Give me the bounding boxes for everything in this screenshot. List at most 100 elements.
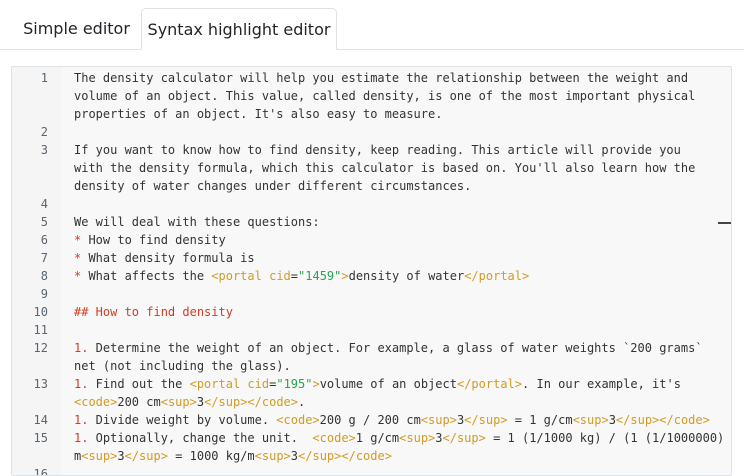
code-line[interactable]: 5 We will deal with these questions:	[12, 213, 731, 231]
code-token: If you want to know how to find density,…	[74, 143, 681, 157]
code-token: =	[290, 269, 299, 283]
code-token: 3	[435, 431, 443, 445]
code-token: Find out the	[88, 377, 190, 391]
line-text: net (not including the glass).	[74, 357, 291, 375]
line-number: 5	[40, 215, 48, 229]
code-token: <sup>	[254, 449, 291, 463]
code-line[interactable]: 16	[12, 465, 731, 476]
code-token: 3	[196, 395, 205, 409]
line-text: volume of an object. This value, called …	[74, 87, 695, 105]
code-line[interactable]: 4	[12, 195, 731, 213]
code-token: . In our example, it's	[522, 377, 681, 391]
code-line[interactable]: 1 The density calculator will help you es…	[12, 69, 731, 87]
code-token: = 1000 kg/m	[167, 449, 255, 463]
code-line[interactable]: properties of an object. It's also easy …	[12, 105, 731, 123]
code-line[interactable]: 2	[12, 123, 731, 141]
line-text: * How to find density	[74, 231, 226, 249]
code-line[interactable]: 12 1. Determine the weight of an object. …	[12, 339, 731, 357]
code-token: density of water	[348, 269, 465, 283]
code-token: 1.	[74, 377, 89, 391]
code-line[interactable]: with the density formula, which this cal…	[12, 159, 731, 177]
code-token: 1.	[74, 413, 89, 427]
code-token: 1 g/cm	[355, 431, 400, 445]
code-line[interactable]: 6 * How to find density	[12, 231, 731, 249]
code-line[interactable]: net (not including the glass).	[12, 357, 731, 375]
line-text: density of water changes under different…	[74, 177, 471, 195]
line-number: 1	[40, 71, 48, 85]
code-token: Divide weight by volume.	[88, 413, 277, 427]
line-number: 16	[33, 467, 48, 476]
code-token: cid	[269, 269, 291, 283]
line-text: ## How to find density	[74, 303, 233, 321]
line-text: 1. Determine the weight of an object. Fo…	[74, 339, 703, 357]
line-number: 15	[33, 431, 48, 445]
line-number: 7	[40, 251, 48, 265]
line-number: 9	[40, 287, 48, 301]
code-token: Determine the weight of an object. For e…	[88, 341, 703, 355]
line-number: 4	[40, 197, 48, 211]
code-line[interactable]: 7 * What density formula is	[12, 249, 731, 267]
line-number: 11	[33, 323, 48, 337]
code-token: <sup>	[420, 413, 457, 427]
line-text: If you want to know how to find density,…	[74, 141, 681, 159]
code-token: </sup>	[442, 431, 486, 445]
code-token: net (not including the glass).	[74, 359, 291, 373]
code-line[interactable]: 10 ## How to find density	[12, 303, 731, 321]
code-line[interactable]: 8 * What affects the <portal cid="1459">d…	[12, 267, 731, 285]
code-token: <portal	[211, 269, 262, 283]
code-token: 3	[290, 449, 299, 463]
code-token: >	[312, 377, 320, 391]
line-number: 10	[33, 305, 48, 319]
code-token: .	[298, 395, 306, 409]
code-token: <code>	[276, 413, 320, 427]
code-token: 200 cm	[117, 395, 161, 409]
code-line[interactable]: 15 1. Optionally, change the unit. <code>…	[12, 429, 731, 447]
line-number: 2	[40, 125, 48, 139]
code-token: What density formula is	[81, 251, 255, 265]
line-text: 1. Find out the <portal cid="195">volume…	[74, 375, 681, 393]
code-token: What affects the	[81, 269, 212, 283]
editor-tabs: Simple editor Syntax highlight editor	[0, 0, 744, 50]
code-line[interactable]: 13 1. Find out the <portal cid="195">volu…	[12, 375, 731, 393]
code-token: Optionally, change the unit.	[88, 431, 313, 445]
code-token: <code>	[74, 395, 118, 409]
code-token: "195"	[276, 377, 313, 391]
code-line[interactable]: m<sup>3</sup> = 1000 kg/m<sup>3</sup></c…	[12, 447, 731, 465]
code-line[interactable]: <code>200 cm<sup>3</sup></code>.	[12, 393, 731, 411]
code-token: density of water changes under different…	[74, 179, 472, 193]
code-line[interactable]: volume of an object. This value, called …	[12, 87, 731, 105]
line-number: 3	[40, 143, 48, 157]
code-line[interactable]: 11	[12, 321, 731, 339]
tab-syntax-highlight-editor[interactable]: Syntax highlight editor	[141, 8, 337, 50]
tab-simple-editor[interactable]: Simple editor	[12, 8, 141, 49]
code-token: ## How to find density	[74, 305, 233, 319]
code-token: 3	[608, 413, 616, 427]
line-text: * What density formula is	[74, 249, 255, 267]
scroll-marker	[718, 222, 731, 224]
code-line[interactable]: 3 If you want to know how to find density…	[12, 141, 731, 159]
code-token: cid	[247, 377, 270, 391]
line-text: <code>200 cm<sup>3</sup></code>.	[74, 393, 305, 411]
code-token: </portal>	[456, 377, 523, 391]
code-token: with the density formula, which this cal…	[74, 161, 696, 175]
code-token: <code>	[312, 431, 356, 445]
line-text: m<sup>3</sup> = 1000 kg/m<sup>3</sup></c…	[74, 447, 392, 465]
code-line[interactable]: 14 1. Divide weight by volume. <code>200 …	[12, 411, 731, 429]
line-number: 14	[33, 413, 48, 427]
line-text: 1. Divide weight by volume. <code>200 g …	[74, 411, 710, 429]
code-token: </sup></code>	[204, 395, 298, 409]
code-line[interactable]: density of water changes under different…	[12, 177, 731, 195]
code-token: </sup></code>	[298, 449, 392, 463]
code-token: >	[341, 269, 349, 283]
code-token: </portal>	[464, 269, 530, 283]
line-text: with the density formula, which this cal…	[74, 159, 695, 177]
code-editor[interactable]: 1 The density calculator will help you es…	[11, 66, 732, 476]
code-token: volume of an object	[319, 377, 457, 391]
code-token: </sup>	[464, 413, 508, 427]
code-token: We will deal with these questions:	[74, 215, 320, 229]
line-number: 8	[40, 269, 48, 283]
code-line[interactable]: 9	[12, 285, 731, 303]
line-number: 6	[40, 233, 48, 247]
code-token: <sup>	[81, 449, 118, 463]
